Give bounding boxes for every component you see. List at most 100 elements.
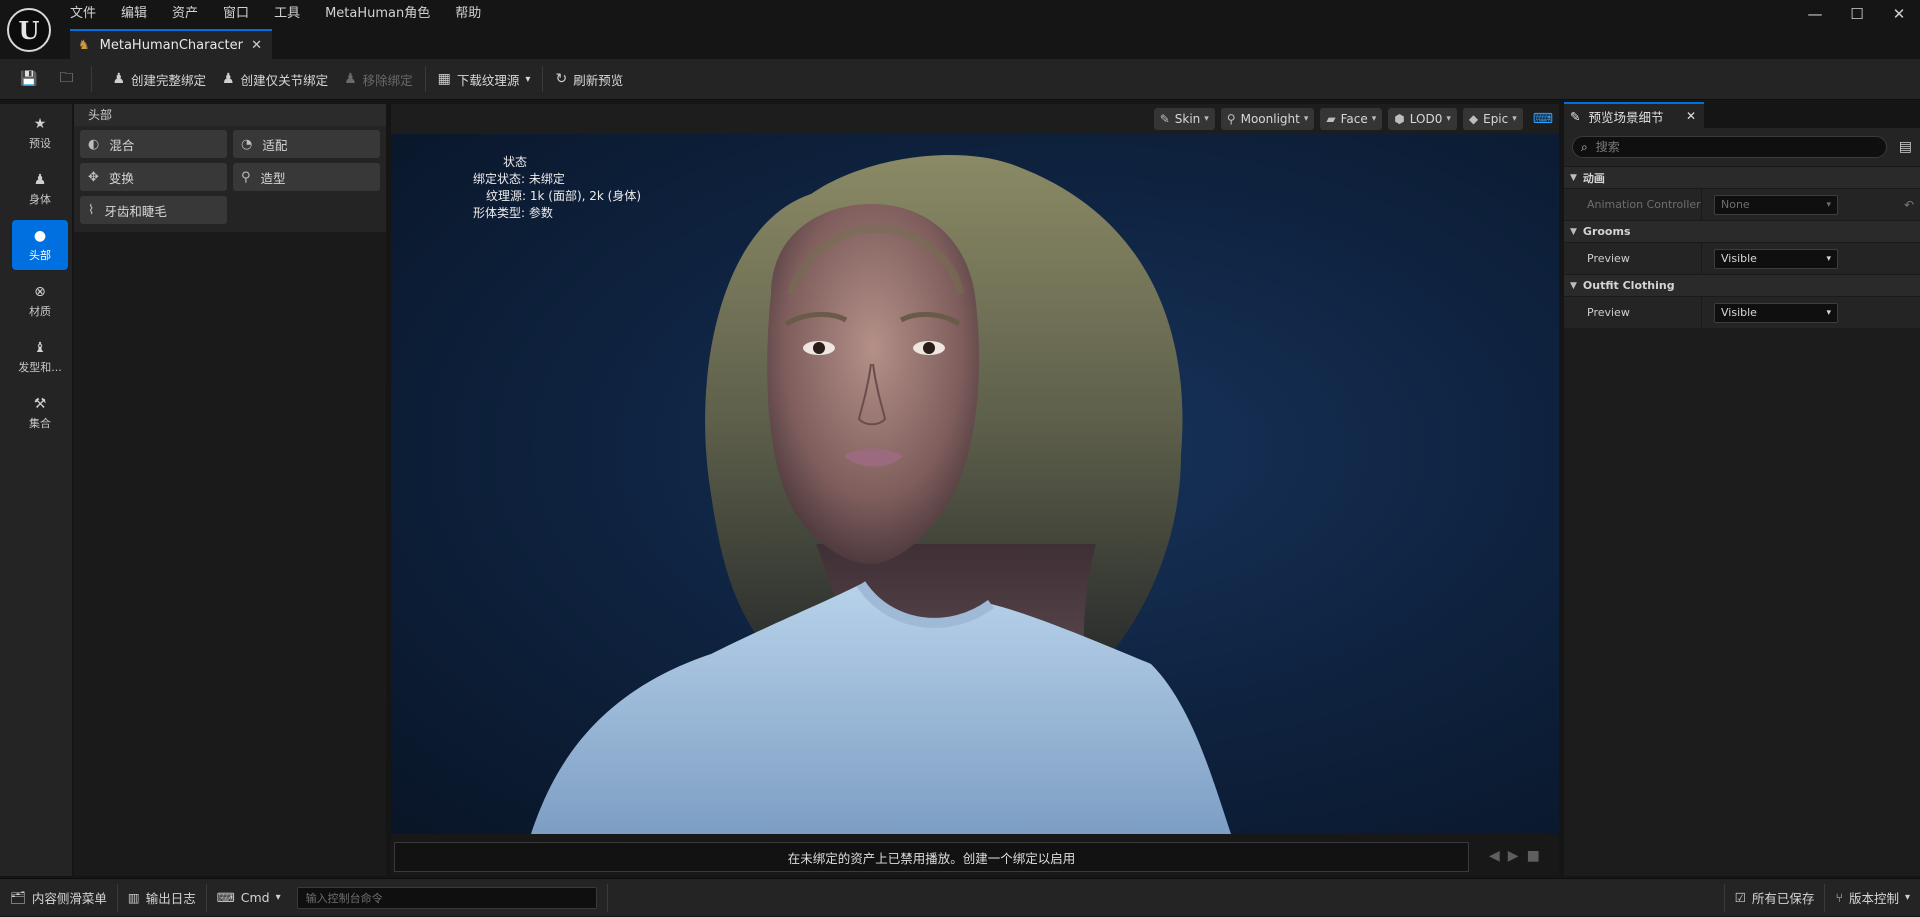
stop-icon[interactable]: ■ bbox=[1527, 848, 1540, 864]
cmd-selector[interactable]: ⌨ Cmd ▾ bbox=[207, 879, 291, 917]
step-back-icon[interactable]: ◀ bbox=[1489, 848, 1500, 864]
move-icon: ✥ bbox=[88, 169, 99, 185]
light-icon: ⚲ bbox=[1226, 112, 1236, 126]
menu-file[interactable]: 文件 bbox=[70, 4, 96, 24]
minimize-button[interactable]: — bbox=[1794, 0, 1836, 28]
star-icon: ★ bbox=[33, 115, 47, 132]
teeth-eyelashes-tool-button[interactable]: ⌇ 牙齿和睫毛 bbox=[80, 196, 227, 224]
document-tab[interactable]: ♞ MetaHumanCharacter ✕ bbox=[70, 29, 272, 59]
diamond-icon: ◆ bbox=[1468, 112, 1479, 126]
content-drawer-button[interactable]: 🗂 内容侧滑菜单 bbox=[0, 879, 117, 917]
category-outfit-clothing[interactable]: ▼ Outfit Clothing bbox=[1564, 274, 1920, 296]
sculpt-tool-button[interactable]: ⚲ 造型 bbox=[233, 163, 380, 191]
sculpt-icon: ⚲ bbox=[241, 169, 251, 185]
menu-window[interactable]: 窗口 bbox=[223, 4, 249, 24]
property-name: Preview bbox=[1587, 306, 1630, 319]
nav-material[interactable]: ⊗ 材质 bbox=[12, 276, 68, 326]
animation-controller-select[interactable]: None ▾ bbox=[1714, 194, 1838, 215]
skin-button[interactable]: ✎ Skin ▾ bbox=[1153, 108, 1215, 130]
brush-icon: ✎ bbox=[1159, 112, 1170, 126]
nav-preset[interactable]: ★ 预设 bbox=[12, 108, 68, 158]
texture-source-line: 纹理源: 1k (面部), 2k (身体) bbox=[486, 189, 642, 203]
search-input[interactable] bbox=[1595, 140, 1846, 154]
viewport-toolbar: ✎ Skin ▾ ⚲ Moonlight ▾ ▰ Face ▾ ⬢ LOD0 ▾ ◆ Epic ▾ … bbox=[391, 104, 1559, 134]
chevron-down-icon: ▾ bbox=[1204, 114, 1209, 124]
source-control-button[interactable]: ⑂ 版本控制 ▾ bbox=[1825, 879, 1920, 917]
document-tab-label: MetaHumanCharacter bbox=[99, 37, 243, 53]
table-view-icon[interactable]: ▤ bbox=[1899, 139, 1912, 155]
statusbar-divider bbox=[606, 883, 608, 912]
refresh-preview-button[interactable]: ↻ 刷新预览 bbox=[547, 59, 631, 100]
status-title: 状态 bbox=[503, 155, 528, 169]
content-drawer-icon: 🗂 bbox=[10, 889, 26, 905]
character-preview[interactable]: 状态 绑定状态: 未绑定 纹理源: 1k (面部), 2k (身体) 形体类型:… bbox=[391, 134, 1559, 834]
chevron-down-icon: ▾ bbox=[275, 892, 281, 903]
menu-help[interactable]: 帮助 bbox=[455, 4, 481, 24]
unreal-logo[interactable]: U bbox=[7, 8, 51, 52]
chevron-down-icon: ▾ bbox=[1446, 114, 1451, 124]
download-texture-button[interactable]: ▦ 下载纹理源 ▾ bbox=[430, 59, 539, 100]
conform-tool-button[interactable]: ◔ 适配 bbox=[233, 130, 380, 158]
conform-icon: ◔ bbox=[241, 136, 253, 152]
body-icon: ♟ bbox=[33, 171, 47, 188]
property-name: Animation Controller bbox=[1587, 198, 1701, 211]
play-icon[interactable]: ▶ bbox=[1508, 848, 1519, 864]
create-joint-rig-button[interactable]: ♟ 创建仅关节绑定 bbox=[214, 59, 336, 100]
details-search-row: ⌕ ▤ bbox=[1564, 128, 1920, 166]
left-nav: ★ 预设 ♟ 身体 ● 头部 ⊗ 材质 ♝ 发型和... ⚒ 集合 bbox=[0, 104, 72, 876]
nav-hair[interactable]: ♝ 发型和... bbox=[12, 332, 68, 382]
menu-tools[interactable]: 工具 bbox=[274, 4, 300, 24]
search-box[interactable]: ⌕ bbox=[1572, 136, 1887, 158]
category-grooms[interactable]: ▼ Grooms bbox=[1564, 220, 1920, 242]
details-tab-strip: ✎ 预览场景细节 ✕ bbox=[1564, 100, 1920, 128]
details-panel: ✎预览场景细节✕ ⌕ ▤ ▼动画 Animation Controller No… bbox=[1564, 100, 1920, 876]
hammer-icon: ⚒ bbox=[33, 395, 47, 412]
rig-status-overlay: 状态 绑定状态: 未绑定 纹理源: 1k (面部), 2k (身体) 形体类型:… bbox=[473, 154, 641, 222]
reset-to-default-icon[interactable]: ↶ bbox=[1904, 198, 1914, 212]
checker-icon: ▦ bbox=[437, 71, 451, 87]
menu-bar: 文件 编辑 资产 窗口 工具 MetaHuman角色 帮助 bbox=[70, 4, 506, 24]
console-command-input[interactable]: 输入控制台命令 bbox=[296, 886, 597, 909]
lighting-button[interactable]: ⚲ Moonlight ▾ bbox=[1220, 108, 1315, 130]
collapse-triangle-icon: ▼ bbox=[1570, 172, 1577, 183]
head-icon: ● bbox=[33, 227, 47, 244]
viewport[interactable]: ✎ Skin ▾ ⚲ Moonlight ▾ ▰ Face ▾ ⬢ LOD0 ▾ ◆ Epic ▾ … bbox=[391, 104, 1559, 834]
chevron-down-icon: ▾ bbox=[1512, 114, 1517, 124]
nav-assembly[interactable]: ⚒ 集合 bbox=[12, 388, 68, 438]
lod-button[interactable]: ⬢ LOD0 ▾ bbox=[1388, 108, 1457, 130]
main-toolbar: 💾 🗀 ♟ 创建完整绑定 ♟ 创建仅关节绑定 ♟ 移除绑定 ▦ 下载纹理源 ▾ ↻ 刷新预览 bbox=[0, 59, 1920, 100]
save-button[interactable]: 💾 bbox=[12, 59, 51, 100]
close-tab-icon[interactable]: ✕ bbox=[251, 38, 262, 53]
playback-controls: ◀ ▶ ■ bbox=[1489, 848, 1548, 864]
quality-button[interactable]: ◆ Epic ▾ bbox=[1462, 108, 1523, 130]
close-window-button[interactable]: ✕ bbox=[1878, 0, 1920, 28]
hair-icon: ♝ bbox=[33, 339, 47, 356]
menu-edit[interactable]: 编辑 bbox=[121, 4, 147, 24]
all-saved-button[interactable]: ☑ 所有已保存 bbox=[1725, 879, 1825, 917]
maximize-button[interactable]: ☐ bbox=[1836, 0, 1878, 28]
body-type-line: 形体类型: 参数 bbox=[473, 206, 553, 220]
remove-rig-button[interactable]: ♟ 移除绑定 bbox=[336, 59, 421, 100]
rig-icon: ♟ bbox=[112, 71, 125, 87]
outfit-preview-select[interactable]: Visible ▾ bbox=[1714, 302, 1838, 323]
preview-scene-details-tab[interactable]: ✎ 预览场景细节 ✕ bbox=[1564, 102, 1704, 128]
statusbar-right: ☑ 所有已保存 ⑂ 版本控制 ▾ bbox=[1723, 879, 1920, 917]
close-tab-icon[interactable]: ✕ bbox=[1686, 109, 1696, 123]
transform-tool-button[interactable]: ✥ 变换 bbox=[80, 163, 227, 191]
create-full-rig-button[interactable]: ♟ 创建完整绑定 bbox=[104, 59, 214, 100]
groom-preview-select[interactable]: Visible ▾ bbox=[1714, 248, 1838, 269]
nav-body[interactable]: ♟ 身体 bbox=[12, 164, 68, 214]
menu-assets[interactable]: 资产 bbox=[172, 4, 198, 24]
output-log-button[interactable]: ▥ 输出日志 bbox=[118, 879, 206, 917]
brush-icon: ⌇ bbox=[88, 202, 95, 218]
browse-button[interactable]: 🗀 bbox=[51, 59, 87, 100]
blend-tool-button[interactable]: ◐ 混合 bbox=[80, 130, 227, 158]
category-animation[interactable]: ▼ 动画 bbox=[1564, 166, 1920, 188]
camera-button[interactable]: ▰ Face ▾ bbox=[1320, 108, 1383, 130]
menu-metahuman[interactable]: MetaHuman角色 bbox=[325, 4, 430, 24]
joint-rig-icon: ♟ bbox=[222, 71, 235, 87]
keyboard-icon[interactable]: ⌨ bbox=[1533, 111, 1553, 127]
nav-head[interactable]: ● 头部 bbox=[12, 220, 68, 270]
save-check-icon: ☑ bbox=[1734, 890, 1746, 905]
log-icon: ▥ bbox=[127, 890, 140, 905]
